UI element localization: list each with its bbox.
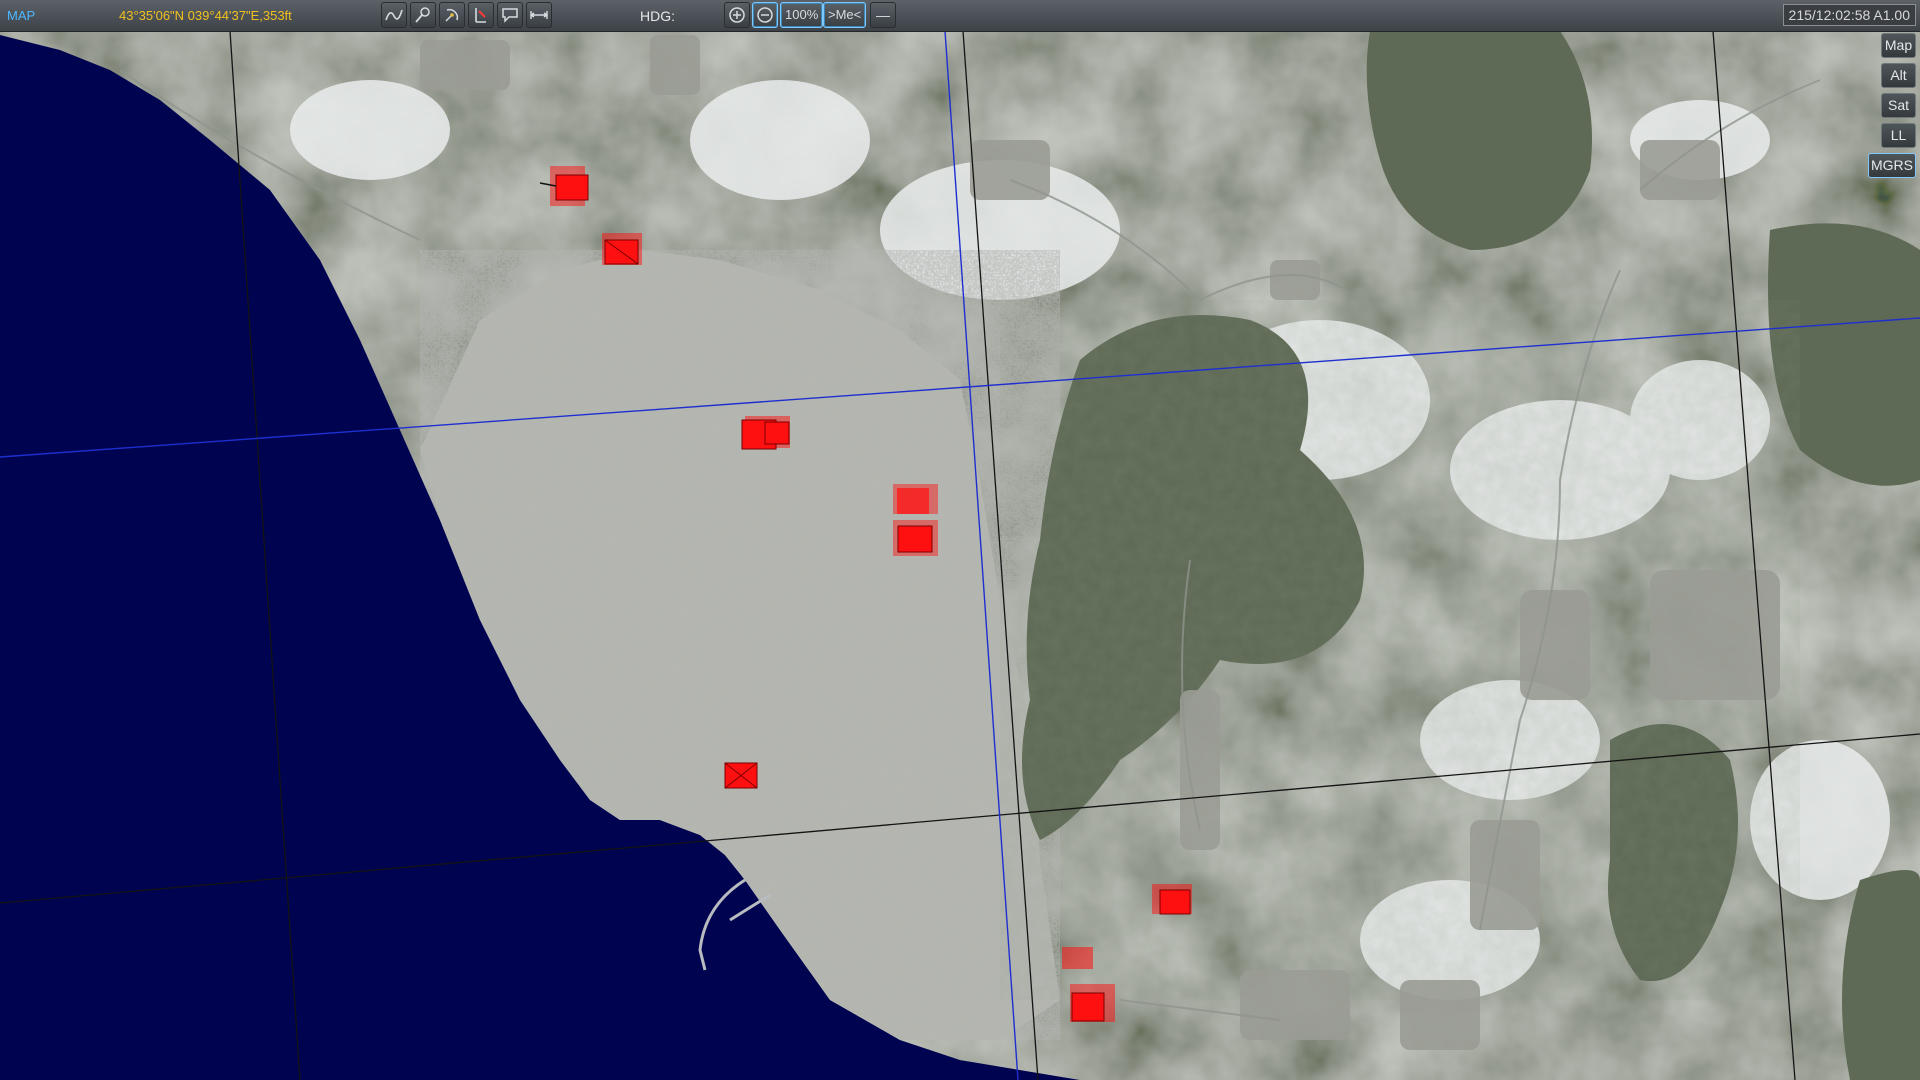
- cursor-coordinates: 43°35'06"N 039°44'37"E,353ft: [119, 8, 292, 23]
- unit-marker[interactable]: [724, 762, 758, 789]
- weapon-tool-button[interactable]: [468, 2, 494, 28]
- mission-time: 215/12:02:58 A1.00: [1782, 4, 1916, 26]
- distance-tool-button[interactable]: [526, 2, 552, 28]
- heading-label: HDG:: [640, 8, 675, 24]
- alt-layer-button[interactable]: Alt: [1881, 63, 1916, 88]
- zoom-level[interactable]: 100%: [780, 2, 824, 28]
- unit-marker[interactable]: [893, 520, 938, 556]
- measure-tool-button[interactable]: [410, 2, 436, 28]
- mgrs-coord-button[interactable]: MGRS: [1868, 153, 1916, 178]
- map-layer-button[interactable]: Map: [1881, 33, 1916, 58]
- zoom-in-button[interactable]: [724, 2, 750, 28]
- center-on-me-button[interactable]: >Me<: [823, 2, 867, 28]
- unit-marker[interactable]: [893, 484, 938, 514]
- unit-marker[interactable]: [1070, 984, 1115, 1022]
- comment-tool-button[interactable]: [497, 2, 523, 28]
- top-toolbar: MAP 43°35'06"N 039°44'37"E,353ft HDG: 10…: [0, 0, 1920, 32]
- zoom-out-button[interactable]: [752, 2, 778, 28]
- mode-label: MAP: [7, 8, 36, 23]
- route-tool-icon: [385, 9, 403, 21]
- distance-tool-icon: [529, 11, 549, 19]
- unit-marker[interactable]: [741, 416, 790, 450]
- unit-marker[interactable]: [602, 233, 642, 265]
- sat-layer-button[interactable]: Sat: [1881, 93, 1916, 118]
- ruler-button[interactable]: —: [870, 2, 896, 28]
- unit-marker[interactable]: [1062, 947, 1093, 969]
- unit-marker[interactable]: [1152, 884, 1192, 915]
- comment-tool-icon: [502, 8, 518, 23]
- zoom-in-icon: [729, 7, 745, 23]
- route-tool-button[interactable]: [381, 2, 407, 28]
- map-view[interactable]: Map Alt Sat LL MGRS: [0, 31, 1920, 1080]
- weapon-tool-icon: [475, 8, 486, 23]
- radar-tool-icon: [445, 8, 459, 22]
- radar-tool-button[interactable]: [439, 2, 465, 28]
- measure-tool-icon: [415, 7, 430, 23]
- ll-coord-button[interactable]: LL: [1881, 123, 1916, 148]
- map-canvas[interactable]: [0, 31, 1920, 1080]
- zoom-out-icon: [757, 7, 773, 23]
